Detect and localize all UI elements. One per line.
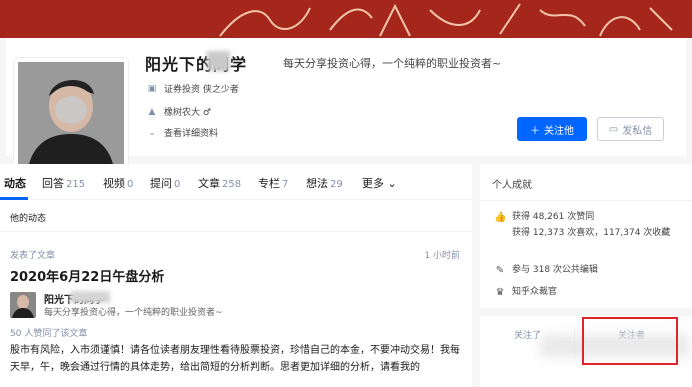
article-excerpt[interactable]: 股市有风险，入市须谨慎！请各位读者朋友理性看待股票投资，珍惜自己的本金，不要冲动… — [10, 342, 462, 376]
achievement-badge[interactable]: ♛ 知乎众裁官 — [494, 286, 682, 299]
achievement-likes: 获得 12,373 次喜欢，117,374 次收藏 — [512, 228, 671, 238]
edit-icon: ✎ — [495, 265, 505, 276]
article-title[interactable]: 2020年6月22日午盘分析 — [10, 266, 164, 285]
following-link[interactable]: 关注了 — [514, 328, 541, 341]
view-details-link[interactable]: ⌄ 查看详细资料 — [146, 126, 218, 140]
crown-icon: ♛ — [495, 287, 505, 298]
tab-activity[interactable]: 动态 — [4, 175, 26, 191]
tab-answers[interactable]: 回答 215 — [42, 175, 85, 191]
tab-articles[interactable]: 文章 258 — [198, 175, 241, 191]
section-title: 他的动态 — [10, 214, 47, 224]
graduation-icon: ▲ — [148, 106, 156, 117]
author-bio: 每天分享投资心得，一个纯粹的职业投资者~ — [44, 308, 223, 318]
chevron-down-icon: ⌄ — [148, 127, 156, 138]
highlight-box — [582, 317, 678, 365]
briefcase-icon: ▣ — [147, 83, 157, 94]
tab-more[interactable]: 更多 ⌄ — [362, 175, 397, 191]
chevron-down-icon: ⌄ — [387, 177, 397, 190]
activity-column: 动态 回答 215 视频 0 提问 0 文章 258 专栏 7 想法 29 更多 ⌄ 他的动… — [0, 164, 472, 387]
achievement-edits: ✎ 参与 318 次公共编辑 — [495, 265, 598, 276]
avatar[interactable] — [14, 58, 128, 172]
profile-banner — [0, 0, 692, 38]
active-tab-indicator — [0, 197, 28, 200]
message-icon: ▭ — [608, 123, 619, 135]
profile-education-row: ▲ 橡树农大 ♂ — [146, 105, 211, 119]
achievements-panel: 个人成就 👍 获得 48,261 次赞同 获得 12,373 次喜欢，117,3… — [480, 164, 692, 308]
send-message-button[interactable]: ▭ 发私信 — [597, 117, 664, 141]
profile-page: 阳光下的同学 每天分享投资心得，一个纯粹的职业投资者~ ▣ 证券投资 侠之少者 … — [0, 0, 692, 387]
banner-pattern — [219, 3, 673, 37]
profile-tabs: 动态 回答 215 视频 0 提问 0 文章 258 专栏 7 想法 29 更多 ⌄ — [0, 164, 472, 200]
voters-count[interactable]: 50 人赞同了该文章 — [10, 326, 87, 339]
tab-columns[interactable]: 专栏 7 — [258, 175, 288, 191]
achievement-upvotes: 👍 获得 48,261 次赞同 — [494, 212, 595, 223]
author-avatar[interactable] — [10, 292, 36, 318]
tab-videos[interactable]: 视频 0 — [103, 175, 133, 191]
privacy-mask — [207, 51, 230, 71]
feed-action: 发表了文章 — [10, 251, 56, 261]
privacy-mask — [70, 291, 110, 303]
feed-time: 1 小时前 — [424, 251, 460, 261]
thumbs-up-icon: 👍 — [494, 212, 507, 223]
divider — [480, 200, 692, 201]
follow-button[interactable]: ＋ 关注他 — [517, 117, 587, 141]
tab-questions[interactable]: 提问 0 — [150, 175, 180, 191]
plus-icon: ＋ — [530, 125, 540, 137]
achievements-title: 个人成就 — [492, 180, 532, 191]
divider — [0, 231, 472, 232]
profile-name: 阳光下的同学 — [145, 55, 248, 74]
profile-business-row: ▣ 证券投资 侠之少者 — [147, 83, 239, 96]
tab-thoughts[interactable]: 想法 29 — [306, 175, 343, 191]
profile-bio: 每天分享投资心得，一个纯粹的职业投资者~ — [283, 57, 502, 70]
profile-card: 阳光下的同学 每天分享投资心得，一个纯粹的职业投资者~ ▣ 证券投资 侠之少者 … — [6, 38, 686, 172]
